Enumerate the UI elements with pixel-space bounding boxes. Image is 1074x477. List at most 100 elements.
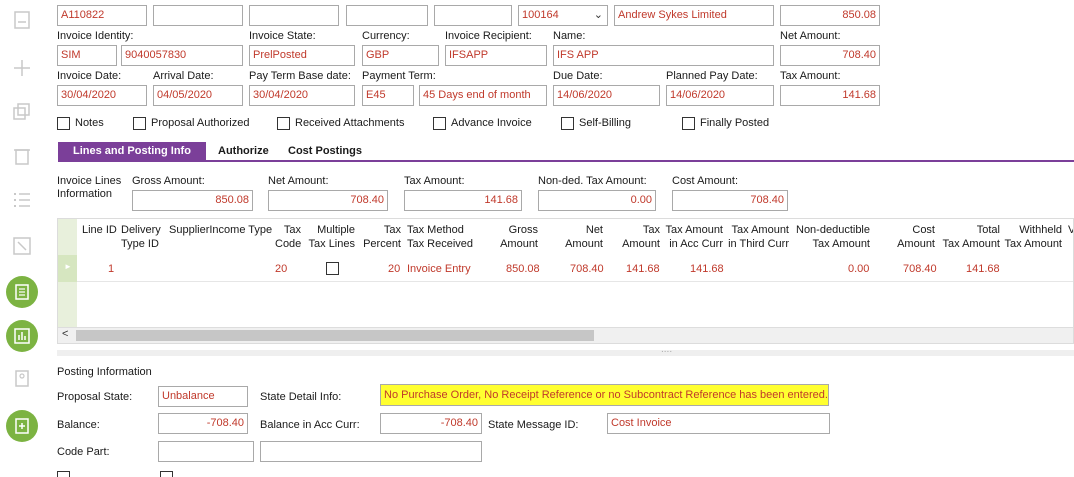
- empty-field-4[interactable]: [434, 5, 512, 26]
- scrollbar-thumb[interactable]: [76, 330, 594, 341]
- proposal-authorized-label: Proposal Authorized: [151, 117, 250, 129]
- arrival-date-field[interactable]: 04/05/2020: [153, 85, 243, 106]
- analysis-button[interactable]: [6, 320, 38, 352]
- lines-tax-field[interactable]: 141.68: [404, 190, 522, 211]
- payment-term-label: Payment Term:: [362, 70, 436, 82]
- self-billing-checkbox[interactable]: [561, 117, 574, 130]
- lines-info-title-1: Invoice Lines: [57, 175, 122, 187]
- add-icon[interactable]: [12, 58, 32, 78]
- invoice-lines-button[interactable]: [6, 276, 38, 308]
- col-tax-third-line1: Tax Amount: [731, 224, 789, 236]
- col-tax-percent[interactable]: Tax Percent: [358, 223, 401, 251]
- delete-icon[interactable]: [12, 146, 32, 166]
- cell-tax: 141.68: [626, 263, 660, 275]
- bottom-checkbox-2[interactable]: [160, 471, 173, 477]
- state-detail-field[interactable]: No Purchase Order, No Receipt Reference …: [380, 384, 829, 406]
- panel-splitter[interactable]: ....: [57, 344, 1074, 356]
- list-icon[interactable]: [12, 190, 32, 210]
- invoice-recipient-field[interactable]: IFSAPP: [445, 45, 547, 66]
- empty-field-1[interactable]: [153, 5, 243, 26]
- col-tax-line2: Amount: [622, 238, 660, 250]
- supplier-name-field[interactable]: Andrew Sykes Limited: [614, 5, 774, 26]
- col-cost-amount[interactable]: Cost Amount: [888, 223, 935, 251]
- col-multiple-tax-lines[interactable]: Multiple Tax Lines: [307, 223, 355, 251]
- name-field[interactable]: IFS APP: [553, 45, 774, 66]
- col-tax-third-curr[interactable]: Tax Amount in Third Curr: [727, 223, 789, 251]
- notes-checkbox[interactable]: [57, 117, 70, 130]
- col-tax-third-line2: in Third Curr: [728, 238, 789, 250]
- balance-label: Balance:: [57, 419, 100, 431]
- tab-authorize[interactable]: Authorize: [210, 142, 277, 162]
- invoice-no-field[interactable]: 9040057830: [121, 45, 243, 66]
- col-nondeductible-tax[interactable]: Non-deductible Tax Amount: [794, 223, 870, 251]
- col-tax-method-line2: Tax Received: [407, 238, 474, 250]
- due-date-field[interactable]: 14/06/2020: [553, 85, 660, 106]
- tax-amount-label: Tax Amount:: [780, 70, 841, 82]
- tab-lines-posting[interactable]: Lines and Posting Info: [58, 142, 206, 162]
- col-tax-code[interactable]: Tax Code: [275, 223, 301, 251]
- add-document-button[interactable]: [6, 410, 38, 442]
- finally-posted-checkbox[interactable]: [682, 117, 695, 130]
- col-nonded-line2: Tax Amount: [812, 238, 870, 250]
- col-tax-code-line1: Tax: [283, 224, 301, 236]
- person-document-icon[interactable]: [12, 368, 32, 388]
- left-toolbar: [0, 0, 46, 477]
- invoice-id-field[interactable]: A110822: [57, 5, 147, 26]
- planned-pay-date-field[interactable]: 14/06/2020: [666, 85, 774, 106]
- col-tax-code-line2: Code: [275, 238, 302, 250]
- col-delivery-type-line2: Type ID: [121, 238, 159, 250]
- row-selector[interactable]: ►: [58, 255, 77, 282]
- cell-tax-code: 20: [275, 263, 288, 275]
- scroll-left-icon[interactable]: <: [62, 328, 68, 340]
- col-net-amount[interactable]: Net Amount: [553, 223, 603, 251]
- col-gross-amount[interactable]: Gross Amount: [488, 223, 538, 251]
- col-tax-acc-curr[interactable]: Tax Amount in Acc Curr: [663, 223, 723, 251]
- col-tax-method[interactable]: Tax Method Tax Received: [407, 223, 473, 251]
- proposal-authorized-checkbox[interactable]: [133, 117, 146, 130]
- open-link-icon[interactable]: [12, 236, 32, 256]
- horizontal-scrollbar[interactable]: <: [58, 327, 1073, 343]
- series-field[interactable]: SIM: [57, 45, 117, 66]
- proposal-state-field[interactable]: Unbalance: [158, 386, 248, 407]
- balance-field[interactable]: -708.40: [158, 413, 248, 434]
- lines-gross-field[interactable]: 850.08: [132, 190, 253, 211]
- payment-term-code-field[interactable]: E45: [362, 85, 414, 106]
- form-icon[interactable]: [12, 10, 32, 30]
- currency-field[interactable]: GBP: [362, 45, 439, 66]
- col-total-tax[interactable]: Total Tax Amount: [940, 223, 1000, 251]
- state-message-field[interactable]: Cost Invoice: [607, 413, 830, 434]
- amount-field[interactable]: 850.08: [780, 5, 880, 26]
- payment-term-desc-field[interactable]: 45 Days end of month: [419, 85, 547, 106]
- arrival-date-label: Arrival Date:: [153, 70, 214, 82]
- cell-multiple-tax-checkbox[interactable]: [326, 262, 339, 275]
- balance-acc-field[interactable]: -708.40: [380, 413, 482, 434]
- pay-term-base-date-label: Pay Term Base date:: [249, 70, 351, 82]
- col-line-id[interactable]: Line ID: [82, 223, 117, 237]
- duplicate-icon[interactable]: [12, 102, 32, 122]
- lines-cost-label: Cost Amount:: [672, 175, 739, 187]
- bottom-checkbox-1[interactable]: [57, 471, 70, 477]
- col-tax-amount[interactable]: Tax Amount: [610, 223, 660, 251]
- tax-amount-field[interactable]: 141.68: [780, 85, 880, 106]
- supplier-id-value: 100164: [522, 9, 559, 21]
- col-delivery-type[interactable]: Delivery Type ID: [121, 223, 161, 251]
- code-part-field-2[interactable]: [260, 441, 482, 462]
- col-withheld-tax[interactable]: Withheld Tax Amount: [1004, 223, 1062, 251]
- pay-term-base-date-field[interactable]: 30/04/2020: [249, 85, 355, 106]
- received-attachments-checkbox[interactable]: [277, 117, 290, 130]
- invoice-state-field[interactable]: PrelPosted: [249, 45, 355, 66]
- col-supplier-income-type[interactable]: SupplierIncome Type: [169, 223, 272, 237]
- supplier-id-select[interactable]: 100164 ⌄: [518, 5, 608, 26]
- advance-invoice-checkbox[interactable]: [433, 117, 446, 130]
- lines-nonded-field[interactable]: 0.00: [538, 190, 656, 211]
- net-amount-field[interactable]: 708.40: [780, 45, 880, 66]
- empty-field-3[interactable]: [346, 5, 428, 26]
- lines-net-field[interactable]: 708.40: [268, 190, 388, 211]
- col-more[interactable]: V: [1068, 223, 1073, 237]
- empty-field-2[interactable]: [249, 5, 339, 26]
- code-part-field-1[interactable]: [158, 441, 254, 462]
- cell-cost: 708.40: [903, 263, 937, 275]
- lines-cost-field[interactable]: 708.40: [672, 190, 788, 211]
- tab-cost-postings[interactable]: Cost Postings: [280, 142, 370, 162]
- invoice-date-field[interactable]: 30/04/2020: [57, 85, 147, 106]
